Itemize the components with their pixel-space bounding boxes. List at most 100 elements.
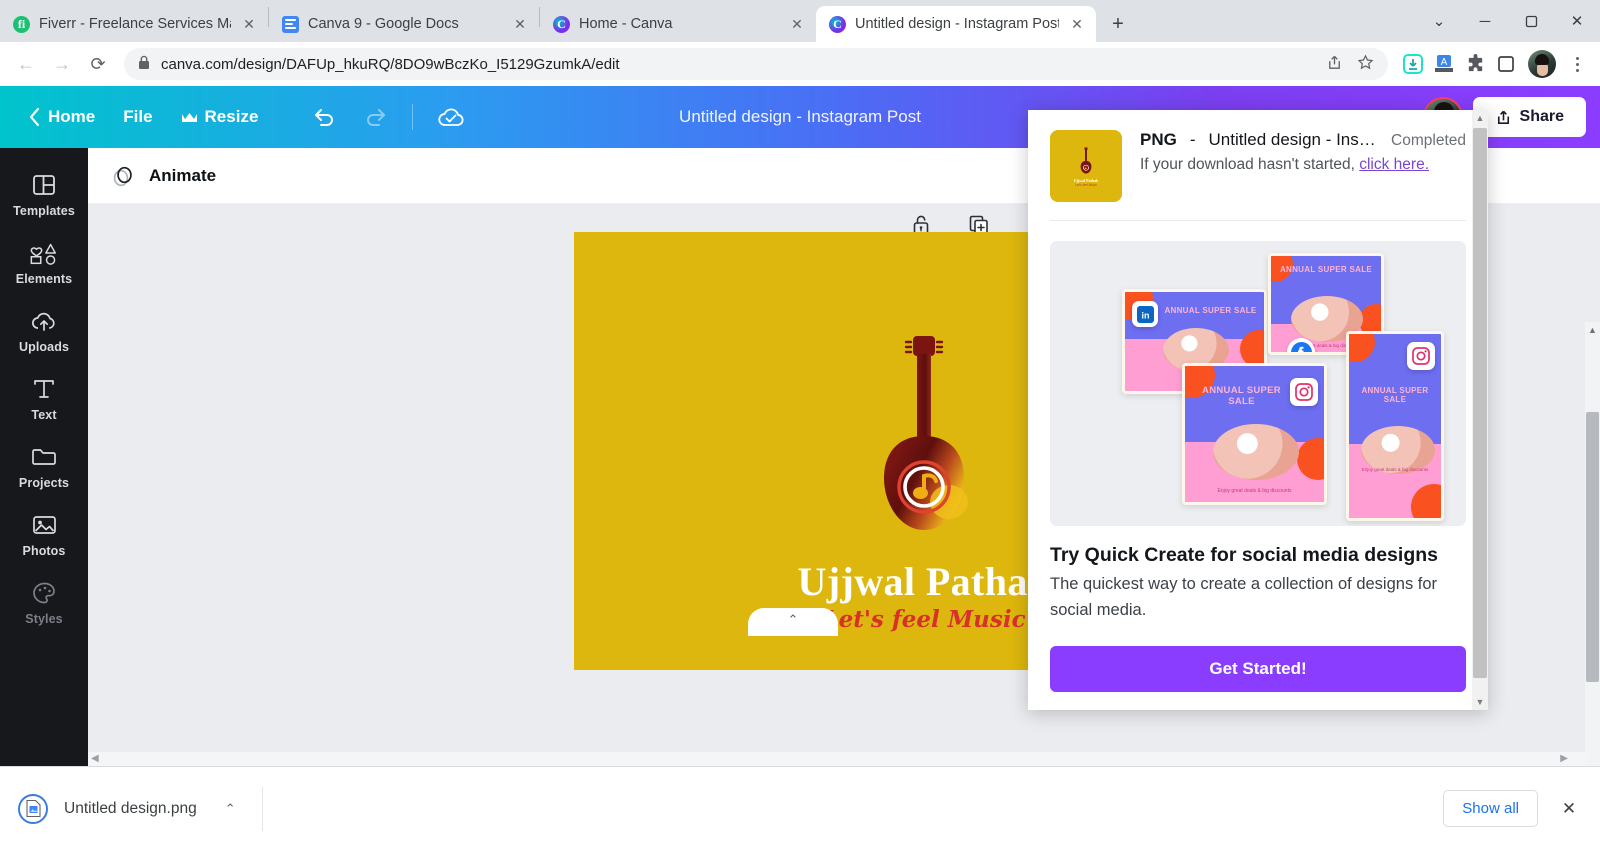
card-title: ANNUAL SUPER SALE: [1279, 265, 1373, 274]
close-icon[interactable]: ✕: [1068, 15, 1086, 33]
download-shelf-item[interactable]: Untitled design.png ⌃: [18, 793, 236, 824]
extensions-puzzle-icon[interactable]: [1462, 51, 1488, 77]
popup-scrollbar[interactable]: ▲ ▼: [1472, 110, 1488, 710]
sidebar-item-text[interactable]: Text: [0, 366, 88, 430]
promo-title: Try Quick Create for social media design…: [1050, 544, 1438, 566]
click-here-link[interactable]: click here.: [1359, 156, 1429, 173]
sidebar-label: Styles: [25, 612, 63, 626]
scrollbar-thumb[interactable]: [1473, 128, 1487, 678]
sidebar-label: Projects: [18, 476, 70, 490]
close-icon[interactable]: ✕: [511, 15, 529, 33]
lock-icon: [138, 55, 150, 74]
uploads-icon: [32, 312, 55, 331]
download-header: Ujjwal Pathak Let's feel Music PNG - Unt…: [1028, 110, 1488, 220]
undo-arrow-icon: [315, 109, 334, 126]
scroll-up-icon[interactable]: ▲: [1585, 322, 1600, 337]
download-status: Completed: [1391, 132, 1466, 149]
svg-text:in: in: [1141, 310, 1149, 320]
browser-tab-bar: fi Fiverr - Freelance Services Marke ✕ C…: [0, 0, 1600, 42]
reload-icon[interactable]: ⟳: [82, 48, 114, 80]
grammar-extension-icon[interactable]: A: [1431, 51, 1457, 77]
quick-create-preview: ANNUAL SUPER SALE in ANNUAL SUPER SALE E…: [1050, 241, 1466, 526]
download-shelf: Untitled design.png ⌃ Show all ✕: [0, 766, 1600, 850]
card-title: ANNUAL SUPER SALE: [1202, 385, 1281, 407]
tab-search-icon[interactable]: ⌄: [1416, 0, 1462, 42]
page-collapse-handle[interactable]: ⌃: [748, 608, 838, 636]
canvas-vertical-scrollbar[interactable]: ▲ ▼: [1585, 322, 1600, 766]
close-shelf-icon[interactable]: ✕: [1556, 796, 1582, 822]
browser-tab-canva-home[interactable]: C Home - Canva ✕: [540, 6, 816, 42]
share-upload-icon: [1497, 110, 1509, 124]
sidebar-item-templates[interactable]: Templates: [0, 162, 88, 226]
animate-icon: [113, 166, 132, 187]
download-file-name: Untitled design.png: [64, 799, 197, 817]
scroll-up-icon[interactable]: ▲: [1472, 110, 1488, 126]
scroll-right-icon[interactable]: ▶: [1560, 753, 1568, 764]
linkedin-icon: in: [1132, 301, 1158, 327]
share-icon[interactable]: [1326, 54, 1343, 75]
card-caption: Enjoy great deals & big discounts: [1217, 488, 1292, 494]
browser-tab-google-docs[interactable]: Canva 9 - Google Docs ✕: [269, 6, 539, 42]
maximize-icon[interactable]: [1508, 0, 1554, 42]
extension-icons: A: [1400, 50, 1590, 78]
get-started-button[interactable]: Get Started!: [1050, 645, 1466, 692]
chevron-up-icon[interactable]: ⌃: [225, 801, 236, 817]
quick-create-promo: Try Quick Create for social media design…: [1028, 526, 1488, 624]
sidebar-item-elements[interactable]: Elements: [0, 230, 88, 294]
sidebar-item-styles[interactable]: Styles: [0, 570, 88, 634]
canvas-horizontal-scrollbar[interactable]: ◀ ▶: [88, 752, 1588, 766]
show-all-button[interactable]: Show all: [1443, 790, 1538, 827]
divider: [1050, 220, 1466, 221]
bookmark-star-icon[interactable]: [1357, 53, 1374, 75]
close-window-icon[interactable]: ✕: [1554, 0, 1600, 42]
resize-label: Resize: [204, 107, 259, 126]
new-tab-button[interactable]: +: [1103, 9, 1133, 39]
file-menu-button[interactable]: File: [109, 99, 166, 135]
title-separator: -: [1189, 130, 1196, 149]
sidebar-item-uploads[interactable]: Uploads: [0, 298, 88, 362]
sidebar-label: Templates: [13, 204, 75, 218]
templates-icon: [33, 175, 55, 195]
brand-name: Ujjwal Pathak: [797, 559, 1051, 604]
kebab-menu-icon[interactable]: [1564, 51, 1590, 77]
promo-body: The quickest way to create a collection …: [1050, 575, 1438, 620]
back-icon[interactable]: ←: [10, 48, 42, 80]
sidepanel-icon[interactable]: [1493, 51, 1519, 77]
browser-tab-fiverr[interactable]: fi Fiverr - Freelance Services Marke ✕: [0, 6, 268, 42]
animate-button[interactable]: Animate: [110, 162, 216, 189]
close-icon[interactable]: ✕: [788, 15, 806, 33]
undo-button[interactable]: [298, 98, 350, 136]
scrollbar-thumb[interactable]: [1586, 412, 1599, 682]
browser-tab-untitled-design[interactable]: C Untitled design - Instagram Post ✕: [816, 6, 1096, 42]
minimize-icon[interactable]: ─: [1462, 0, 1508, 42]
photos-icon: [32, 516, 56, 534]
scroll-left-icon[interactable]: ◀: [91, 753, 99, 764]
download-manager-icon[interactable]: [1400, 51, 1426, 77]
card-title: ANNUAL SUPER SALE: [1164, 306, 1257, 315]
download-hint-text: If your download hasn't started,: [1140, 156, 1355, 173]
cloud-saved-icon: [438, 108, 464, 126]
address-bar[interactable]: canva.com/design/DAFUp_hkuRQ/8DO9wBczKo_…: [124, 48, 1388, 80]
instagram-icon: [1290, 378, 1318, 406]
download-title-row: PNG - Untitled design - Insta… Completed: [1140, 130, 1466, 150]
document-title[interactable]: Untitled design - Instagram Post: [679, 107, 921, 127]
scroll-down-icon[interactable]: ▼: [1472, 694, 1488, 710]
cloud-saved-button[interactable]: [423, 97, 479, 137]
download-format: PNG: [1140, 130, 1177, 149]
sidebar-label: Text: [31, 408, 57, 422]
file-icon: [18, 793, 48, 824]
close-icon[interactable]: ✕: [240, 15, 258, 33]
home-button[interactable]: Home: [14, 99, 109, 135]
forward-icon[interactable]: →: [46, 48, 78, 80]
sidebar-item-photos[interactable]: Photos: [0, 502, 88, 566]
download-ready-popup: Ujjwal Pathak Let's feel Music PNG - Unt…: [1028, 110, 1488, 710]
redo-button[interactable]: [350, 98, 402, 136]
download-hint: If your download hasn't started, click h…: [1140, 156, 1466, 174]
resize-button[interactable]: Resize: [167, 99, 273, 135]
profile-avatar[interactable]: [1528, 50, 1556, 78]
share-button[interactable]: Share: [1472, 97, 1586, 137]
sidebar-label: Uploads: [18, 340, 69, 354]
divider: [261, 786, 263, 831]
sidebar-item-projects[interactable]: Projects: [0, 434, 88, 498]
share-label: Share: [1519, 108, 1564, 125]
